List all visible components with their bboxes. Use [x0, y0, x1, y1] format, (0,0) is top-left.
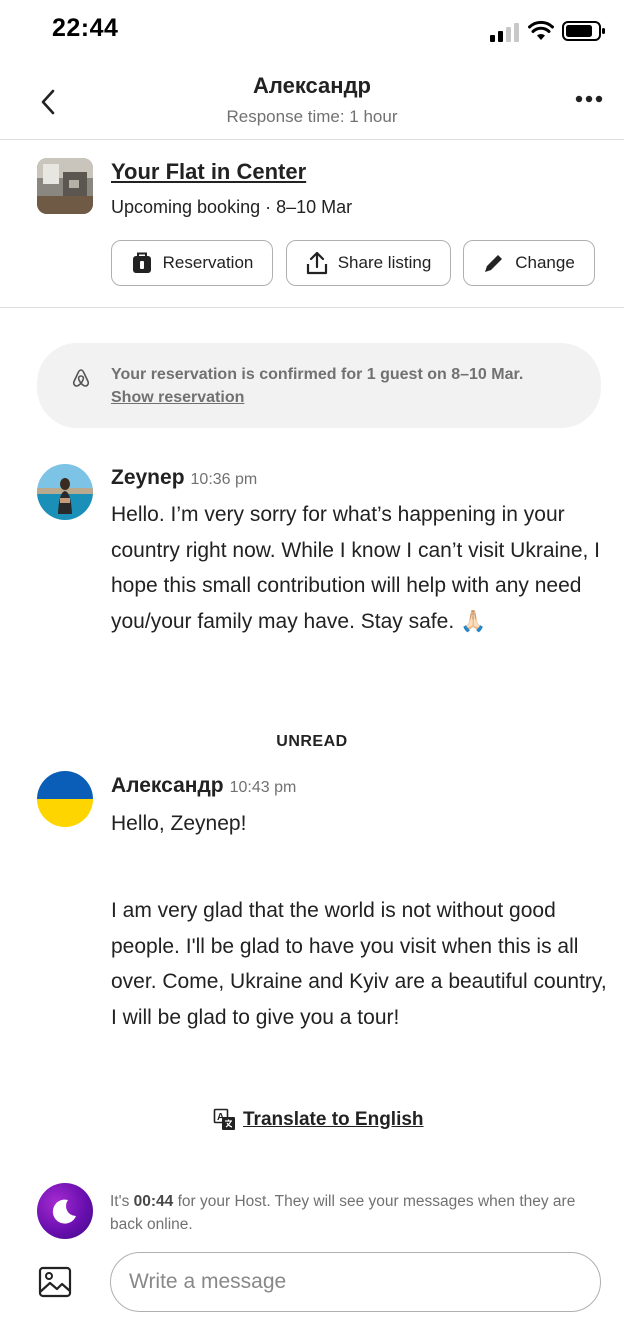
- change-button-label: Change: [515, 253, 575, 272]
- message-header-alexandr: Александр 10:43 pm: [111, 774, 296, 798]
- translate-label: Translate to English: [243, 1109, 424, 1130]
- listing-thumbnail[interactable]: [37, 158, 93, 214]
- message-body-continued: I am very glad that the world is not wit…: [111, 899, 607, 1029]
- listing-title-link[interactable]: Your Flat in Center: [111, 159, 306, 185]
- message-body: Hello, Zeynep!: [111, 812, 247, 835]
- moon-icon: [52, 1199, 76, 1224]
- reservation-button-label: Reservation: [162, 253, 254, 272]
- booking-dates: Upcoming booking · 8–10 Mar: [111, 197, 353, 217]
- unread-divider: UNREAD: [276, 733, 348, 750]
- host-offline-avatar: [37, 1183, 93, 1239]
- reservation-confirmation-banner: [37, 343, 601, 428]
- cellular-signal-icon: [490, 23, 519, 42]
- message-time: 10:43 pm: [229, 779, 297, 796]
- message-header-zeynep: Zeynep 10:36 pm: [111, 466, 257, 490]
- message-author: Zeynep: [111, 466, 185, 489]
- reservation-button[interactable]: Reservation: [111, 240, 273, 286]
- pencil-icon: [485, 255, 503, 272]
- host-local-time: 00:44: [133, 1193, 174, 1210]
- response-time: Response time: 1 hour: [226, 107, 398, 126]
- share-listing-button[interactable]: Share listing: [286, 240, 451, 286]
- translate-button[interactable]: A Translate to English: [213, 1108, 424, 1132]
- message-body: Hello. I’m very sorry for what’s happeni…: [111, 503, 601, 633]
- header-divider: [0, 139, 624, 140]
- host-note-suffix: for your Host. They will see your messag…: [110, 1193, 576, 1233]
- message-time: 10:36 pm: [190, 471, 258, 488]
- luggage-icon: [132, 252, 151, 273]
- host-note-prefix: It's: [110, 1193, 134, 1210]
- airbnb-logo-icon: [72, 369, 90, 387]
- more-options-icon[interactable]: [574, 92, 604, 106]
- change-button[interactable]: Change: [463, 240, 595, 286]
- show-reservation-link[interactable]: Show reservation: [111, 389, 244, 407]
- share-icon: [306, 251, 327, 275]
- reservation-confirmation-text: Your reservation is confirmed for 1 gues…: [111, 366, 524, 383]
- host-offline-note: It's 00:44 for your Host. They will see …: [110, 1190, 605, 1236]
- image-attach-icon[interactable]: [38, 1266, 72, 1298]
- wifi-icon: [528, 20, 554, 40]
- battery-icon: [562, 21, 605, 41]
- message-author: Александр: [111, 774, 224, 797]
- avatar-alexandr[interactable]: [37, 771, 93, 827]
- avatar-zeynep[interactable]: [37, 464, 93, 520]
- message-input[interactable]: [110, 1252, 601, 1312]
- translate-icon: A: [213, 1108, 235, 1130]
- status-time: 22:44: [52, 14, 119, 42]
- share-listing-label: Share listing: [337, 253, 432, 272]
- listing-divider: [0, 307, 624, 308]
- conversation-title: Александр: [253, 73, 371, 98]
